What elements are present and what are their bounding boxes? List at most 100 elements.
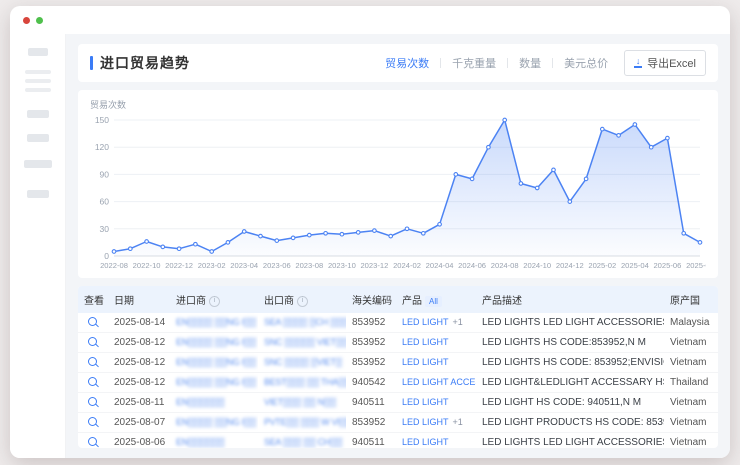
sidebar-placeholder[interactable] [24,160,52,168]
date-cell: 2025-08-12 [108,333,170,353]
exporter-link[interactable]: SEA ▒▒▒▒ ▒CH ▒▒▒ [264,317,346,327]
hs-code-cell: 940511 [346,393,396,413]
importer-cell: EN▒▒▒▒ ▒▒NG I▒▒ [170,333,258,353]
exporter-link[interactable]: VIET▒▒▒ ▒▒ N▒▒ [264,397,336,407]
svg-text:120: 120 [95,142,109,152]
importer-link[interactable]: EN▒▒▒▒ ▒▒NG I▒▒ [176,417,256,427]
product-filter-badge[interactable]: All [425,296,442,307]
svg-text:2024-08: 2024-08 [491,261,519,270]
column-header-label: 产品 [402,296,422,307]
hs-code-cell: 853952 [346,353,396,373]
importer-link[interactable]: EN▒▒▒▒ ▒▒NG I▒▒ [176,317,256,327]
tab-usd-total[interactable]: 美元总价 [564,55,608,71]
hs-code-cell: 940511 [346,433,396,449]
importer-link[interactable]: EN▒▒▒▒ ▒▒NG I▒▒ [176,357,256,367]
product-tag[interactable]: LED LIGHT [402,417,449,427]
column-header-4: 海关编码 [346,286,396,313]
svg-text:150: 150 [95,115,109,125]
importer-cell: EN▒▒▒▒ ▒▒NG I▒▒ [170,353,258,373]
app-window: 进口贸易趋势 贸易次数 千克重量 数量 美元总价 ↓ 导出Excel 贸易次数 [10,6,730,458]
hs-code-cell: 853952 [346,313,396,333]
importer-cell: EN▒▒▒▒ ▒▒NG I▒▒ [170,413,258,433]
exporter-link[interactable]: SEA ▒▒▒ ▒▒ CH▒▒ [264,437,342,447]
view-icon[interactable] [88,357,97,366]
view-icon[interactable] [88,417,97,426]
description-cell: LED LIGHTS LED LIGHT ACCESSORIES THIS SH… [476,433,664,449]
product-tag[interactable]: LED LIGHT [402,437,449,447]
tab-kg-weight[interactable]: 千克重量 [452,55,496,71]
svg-text:2023-04: 2023-04 [230,261,258,270]
svg-text:60: 60 [100,197,110,207]
origin-cell: Thailand [664,373,718,393]
column-header-1: 日期 [108,286,170,313]
description-cell: LED LIGHT HS CODE: 940511,N M [476,393,664,413]
product-tag[interactable]: LED LIGHT [402,357,449,367]
view-icon[interactable] [88,397,97,406]
traffic-light-maximize-icon[interactable] [36,17,43,24]
product-extra-badge: +1 [453,417,463,427]
data-table: 查看日期进口商i出口商i海关编码产品All产品描述原产国2025-08-14EN… [78,286,718,448]
table-row: 2025-08-06 EN▒▒▒▒▒▒ SEA ▒▒▒ ▒▒ CH▒▒ 940511 L… [78,433,718,449]
sidebar-placeholder[interactable] [27,190,49,198]
column-header-5: 产品All [396,286,476,313]
exporter-link[interactable]: PVTE▒▒ ▒▒▒ W VI▒▒ [264,417,346,427]
svg-text:2023-02: 2023-02 [198,261,226,270]
svg-text:2024-02: 2024-02 [393,261,421,270]
sidebar-placeholder [25,88,51,92]
product-cell: LED LIGHT [396,433,476,449]
svg-text:2025-02: 2025-02 [588,261,616,270]
origin-cell: Vietnam [664,353,718,373]
origin-cell: Malaysia [664,313,718,333]
column-header-label: 原产国 [670,296,700,307]
product-tag[interactable]: LED LIGHT [402,397,449,407]
importer-link[interactable]: EN▒▒▒▒▒▒ [176,397,224,407]
product-cell: LED LIGHT +1 [396,413,476,433]
view-icon[interactable] [88,337,97,346]
description-cell: LED LIGHTS HS CODE:853952,N M [476,333,664,353]
info-icon: i [297,296,308,307]
date-cell: 2025-08-12 [108,353,170,373]
view-cell [78,413,108,433]
traffic-light-close-icon[interactable] [23,17,30,24]
svg-text:2023-06: 2023-06 [263,261,291,270]
importer-link[interactable]: EN▒▒▒▒ ▒▒NG I▒▒ [176,377,256,387]
exporter-link[interactable]: SNC ▒▒▒▒ ▒VIET▒ [264,357,342,367]
date-cell: 2025-08-06 [108,433,170,449]
view-icon[interactable] [88,377,97,386]
tab-trade-count[interactable]: 贸易次数 [385,55,429,71]
exporter-link[interactable]: BEST▒▒▒ ▒▒ THA▒▒ [264,377,346,387]
column-header-3: 出口商i [258,286,346,313]
origin-cell: Vietnam [664,413,718,433]
description-cell: LED LIGHTS LED LIGHT ACCESSORIES,ENVISIO… [476,313,664,333]
product-tag[interactable]: LED LIGHT [402,317,449,327]
product-cell: LED LIGHT+1 [396,313,476,333]
svg-text:2022-10: 2022-10 [133,261,161,270]
table-row: 2025-08-11EN▒▒▒▒▒▒VIET▒▒▒ ▒▒ N▒▒940511LE… [78,393,718,413]
exporter-link[interactable]: SNC ▒▒▒▒▒ VIET▒▒ [264,337,346,347]
hs-code-cell: 853952 [346,413,396,433]
origin-cell: Vietnam [664,333,718,353]
svg-text:2025-04: 2025-04 [621,261,649,270]
importer-link[interactable]: EN▒▒▒▒ ▒▒NG I▒▒ [176,337,256,347]
exporter-cell: SEA ▒▒▒▒ ▒CH ▒▒▒ [258,313,346,333]
svg-text:30: 30 [100,224,110,234]
product-tag[interactable]: LED LIGHT ACCESSORY [402,377,476,387]
svg-text:2024-12: 2024-12 [556,261,584,270]
hs-code-cell: 853952 [346,333,396,353]
window-titlebar [10,6,730,34]
sidebar-placeholder[interactable] [28,48,48,56]
svg-text:2024-04: 2024-04 [426,261,454,270]
sidebar-placeholder[interactable] [27,134,49,142]
export-excel-button[interactable]: ↓ 导出Excel [624,50,706,76]
view-icon[interactable] [88,437,97,446]
product-tag[interactable]: LED LIGHT [402,337,449,347]
column-header-6: 产品描述 [476,286,664,313]
sidebar-placeholder[interactable] [27,110,49,118]
sidebar [10,34,66,458]
tab-quantity[interactable]: 数量 [519,55,541,71]
records-table-card: 查看日期进口商i出口商i海关编码产品All产品描述原产国2025-08-14EN… [78,286,718,448]
date-cell: 2025-08-07 [108,413,170,433]
view-cell [78,353,108,373]
importer-link[interactable]: EN▒▒▒▒▒▒ [176,437,224,447]
view-icon[interactable] [88,317,97,326]
